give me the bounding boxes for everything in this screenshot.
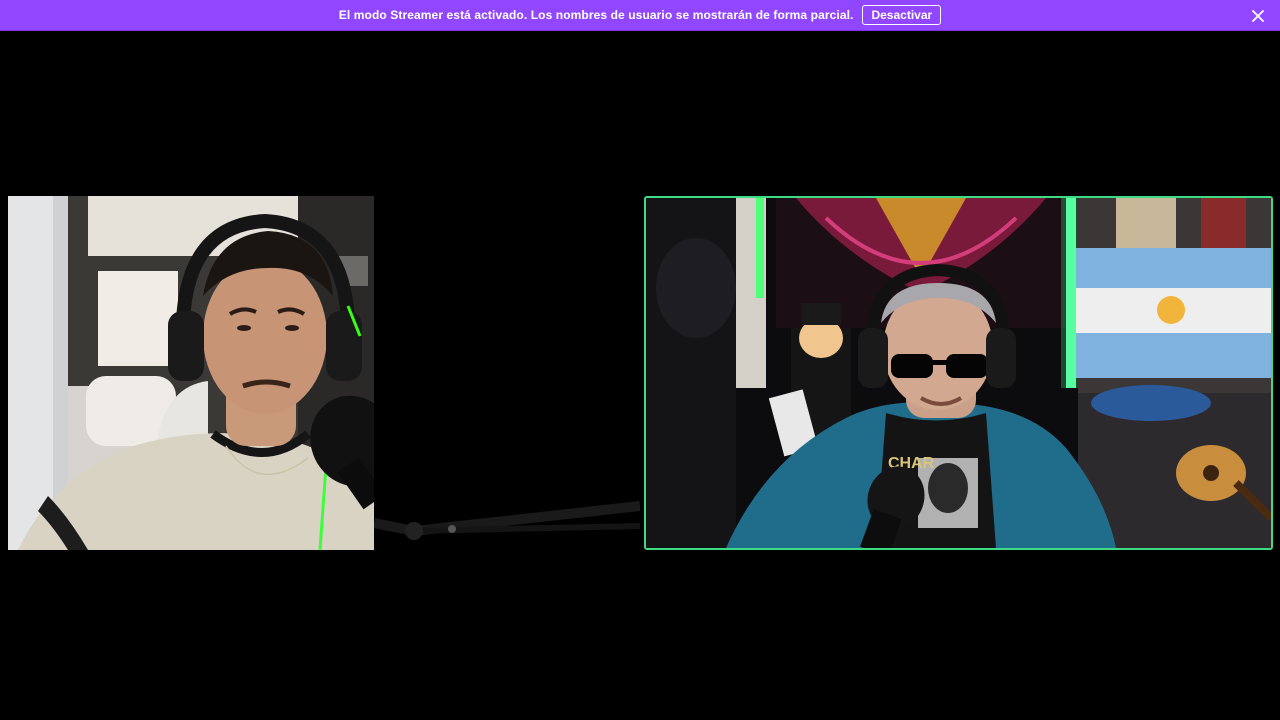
participant-video-left[interactable] xyxy=(8,196,374,550)
video-stage: CHAR xyxy=(0,31,1280,720)
deactivate-button[interactable]: Desactivar xyxy=(862,5,942,25)
streamer-mode-banner: El modo Streamer está activado. Los nomb… xyxy=(0,0,1280,31)
close-icon[interactable] xyxy=(1248,6,1268,26)
participant-video-right[interactable]: CHAR xyxy=(644,196,1273,550)
streamer-mode-message: El modo Streamer está activado. Los nomb… xyxy=(338,8,854,22)
participant-video-left-frame xyxy=(8,196,374,550)
mic-boom-arm xyxy=(374,501,640,540)
participant-video-right-frame: CHAR xyxy=(646,198,1271,548)
